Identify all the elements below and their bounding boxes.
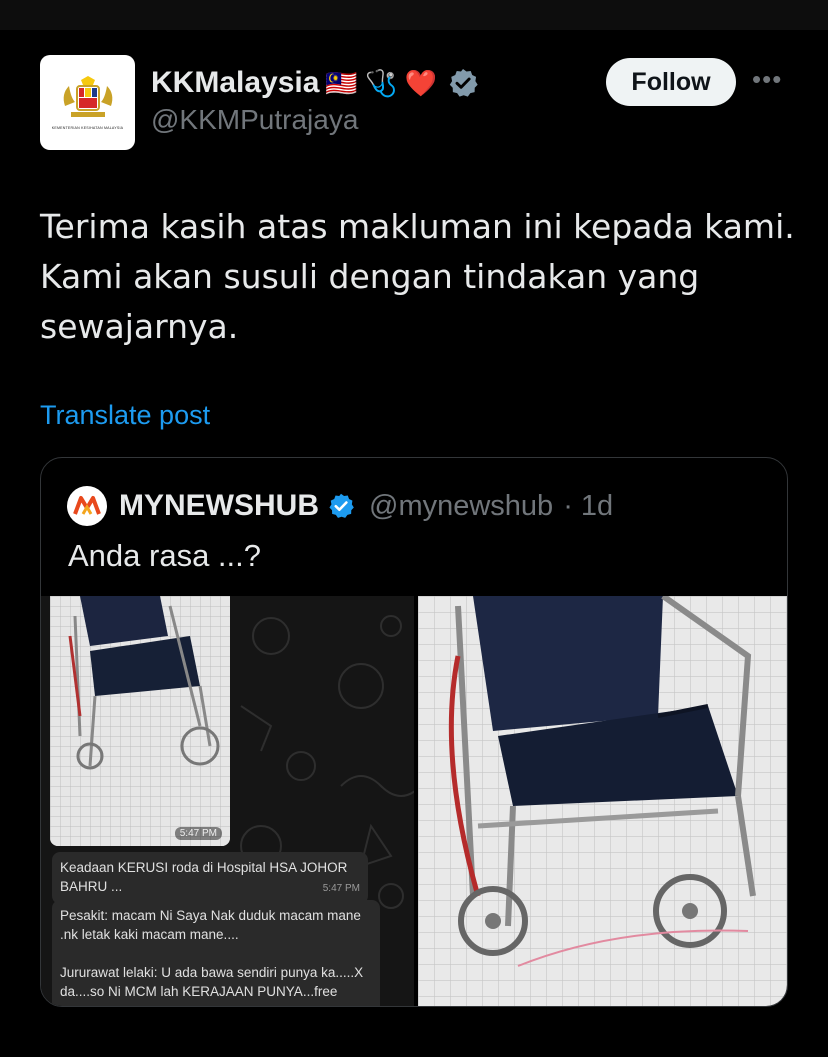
chat-bubble-2-line1: Pesakit: macam Ni Saya Nak duduk macam m… [60,908,361,942]
top-bar [0,0,828,30]
chat-bubble-2: Pesakit: macam Ni Saya Nak duduk macam m… [52,900,380,1006]
wheelchair-photo[interactable] [418,596,787,1006]
wheelchair-photo-small [50,596,230,846]
chat-bubble-1: Keadaan KERUSI roda di Hospital HSA JOHO… [52,852,368,904]
post-text: Terima kasih atas makluman ini kepada ka… [40,202,800,352]
author-name-row: KKMalaysia 🇲🇾 🩺 ❤️ [151,62,479,104]
chat-photo: 5:47 PM [50,596,230,846]
author-handle[interactable]: @KKMPutrajaya [151,104,358,136]
more-options-icon[interactable]: ••• [752,64,782,95]
quoted-author-avatar[interactable] [67,486,107,526]
translate-post-link[interactable]: Translate post [40,400,210,431]
avatar-caption: KEMENTERIAN KESIHATAN MALAYSIA [51,125,124,130]
author-avatar[interactable]: KEMENTERIAN KESIHATAN MALAYSIA [40,55,135,150]
post-text-line: Kami akan susuli dengan tindakan yang [40,257,700,296]
verified-badge-icon [329,493,354,518]
quoted-post-time[interactable]: 1d [581,490,613,523]
quoted-author-handle[interactable]: @mynewshub [369,490,553,523]
quoted-author-name[interactable]: MYNEWSHUB [119,489,319,523]
author-name[interactable]: KKMalaysia [151,66,319,100]
quoted-post-header: MYNEWSHUB @mynewshub · 1d [67,486,613,526]
ministry-crest-icon [63,75,112,117]
quoted-post-media[interactable]: 5:47 PM Keadaan KERUSI roda di Hospital … [41,596,787,1006]
chat-bubble-2-line2: Jururawat lelaki: U ada bawa sendiri pun… [60,965,364,999]
post-text-line: sewajarnya. [40,307,239,346]
author-emojis: 🇲🇾 🩺 ❤️ [325,68,437,98]
post-text-line: Terima kasih atas makluman ini kepada ka… [40,207,795,246]
follow-button[interactable]: Follow [606,58,736,106]
verified-badge-icon [449,69,478,97]
quoted-post[interactable]: MYNEWSHUB @mynewshub · 1d Anda rasa ...? [40,457,788,1007]
mynewshub-logo-icon [73,496,101,515]
chat-screenshot-image[interactable]: 5:47 PM Keadaan KERUSI roda di Hospital … [41,596,414,1006]
photo-timestamp: 5:47 PM [174,827,222,840]
separator-dot: · [563,489,573,522]
quoted-post-text: Anda rasa ...? [68,538,262,573]
wheelchair-photo-large [418,596,787,1006]
